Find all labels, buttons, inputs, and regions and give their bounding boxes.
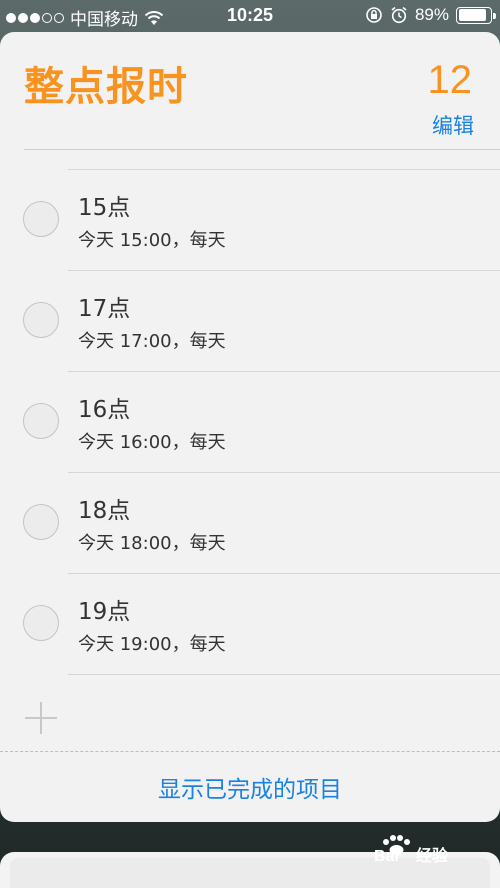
- reminder-subtitle: 今天 15:00，每天: [78, 230, 226, 251]
- header-divider: [24, 149, 500, 150]
- show-completed-button[interactable]: 显示已完成的项目: [0, 770, 500, 804]
- checkbox-circle-icon[interactable]: [23, 403, 59, 439]
- battery-percent: 89%: [414, 5, 449, 24]
- reminder-title: 18点: [78, 498, 131, 524]
- checkbox-circle-icon[interactable]: [23, 605, 59, 641]
- list-title: 整点报时: [24, 64, 188, 110]
- alarm-icon: [391, 6, 407, 24]
- list-item[interactable]: 17点 今天 17:00，每天: [0, 271, 500, 372]
- reminders-widget-card: 整点报时 12 编辑 15点 今天 15:00，每天 17点 今天 17:00，…: [0, 32, 500, 822]
- row-divider: [68, 674, 500, 675]
- reminder-title: 17点: [78, 296, 131, 322]
- reminder-subtitle: 今天 19:00，每天: [78, 634, 226, 655]
- reminder-subtitle: 今天 18:00，每天: [78, 533, 226, 554]
- svg-text:Bai: Bai: [374, 848, 399, 864]
- add-reminder-icon[interactable]: [25, 702, 57, 734]
- battery-fill: [458, 9, 487, 21]
- list-item[interactable]: 18点 今天 18:00，每天: [0, 473, 500, 574]
- reminder-count: 12: [427, 58, 473, 102]
- status-right: 89%: [365, 5, 496, 25]
- list-item[interactable]: 19点 今天 19:00，每天: [0, 574, 500, 675]
- checkbox-circle-icon[interactable]: [23, 201, 59, 237]
- reminder-title: 15点: [78, 195, 131, 221]
- reminder-list: 15点 今天 15:00，每天 17点 今天 17:00，每天 16点 今天 1…: [0, 170, 500, 675]
- status-bar: 中国移动 10:25 89%: [0, 0, 500, 32]
- paw-logo-icon: Bai 经验: [374, 835, 449, 865]
- rotation-lock-icon: [366, 7, 382, 23]
- battery-icon: [456, 6, 496, 24]
- watermark-logo: Bai 经验: [372, 830, 492, 869]
- checkbox-circle-icon[interactable]: [23, 504, 59, 540]
- reminder-subtitle: 今天 17:00，每天: [78, 331, 226, 352]
- svg-text:经验: 经验: [416, 846, 449, 864]
- reminder-subtitle: 今天 16:00，每天: [78, 432, 226, 453]
- footer-divider: [0, 751, 500, 752]
- list-item[interactable]: 15点 今天 15:00，每天: [0, 170, 500, 271]
- reminder-title: 16点: [78, 397, 131, 423]
- edit-button[interactable]: 编辑: [432, 110, 474, 140]
- reminder-title: 19点: [78, 599, 131, 625]
- list-item[interactable]: 16点 今天 16:00，每天: [0, 372, 500, 473]
- checkbox-circle-icon[interactable]: [23, 302, 59, 338]
